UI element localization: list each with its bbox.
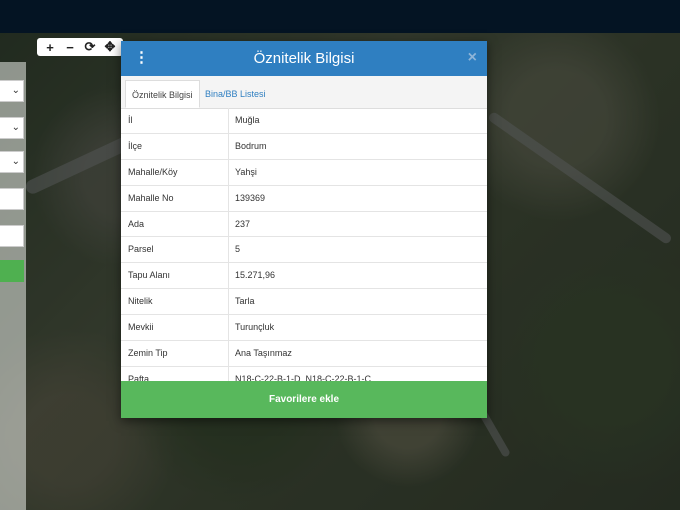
- row-key: İlçe: [128, 140, 143, 151]
- input-field-1[interactable]: [0, 188, 24, 210]
- row-key: Zemin Tip: [128, 348, 168, 359]
- table-row: İlçe Bodrum: [121, 133, 487, 160]
- tab-building-list[interactable]: Bina/BB Listesi: [199, 80, 272, 108]
- row-key: Tapu Alanı: [128, 270, 171, 281]
- modal-header: ⋮ Öznitelik Bilgisi ×: [121, 41, 487, 76]
- table-row: İl Muğla: [121, 108, 487, 134]
- map-controls: + − ⟳ ✥: [37, 38, 123, 56]
- modal-tabs: Öznitelik Bilgisi Bina/BB Listesi: [121, 76, 487, 109]
- row-value: Bodrum: [235, 140, 267, 151]
- table-row: Parsel 5: [121, 237, 487, 264]
- tab-attribute-info[interactable]: Öznitelik Bilgisi: [125, 80, 200, 108]
- dropdown-2[interactable]: ⌄: [0, 117, 24, 139]
- row-value: Tarla: [235, 296, 255, 307]
- row-key: Parsel: [128, 244, 154, 255]
- row-value: Yahşi: [235, 166, 257, 177]
- add-to-favorites-button[interactable]: Favorilere ekle: [121, 381, 487, 418]
- row-value: Ana Taşınmaz: [235, 348, 292, 359]
- row-key: Mahalle No: [128, 192, 174, 203]
- table-row: Nitelik Tarla: [121, 289, 487, 316]
- pan-icon[interactable]: ✥: [101, 39, 119, 55]
- table-row: Mevkii Turunçluk: [121, 315, 487, 342]
- query-button[interactable]: [0, 260, 24, 282]
- refresh-icon[interactable]: ⟳: [81, 39, 99, 55]
- dropdown-3[interactable]: ⌄: [0, 151, 24, 173]
- row-value: 139369: [235, 192, 266, 203]
- attribute-info-modal: ⋮ Öznitelik Bilgisi × Öznitelik Bilgisi …: [121, 41, 487, 418]
- dropdown-1[interactable]: ⌄: [0, 80, 24, 102]
- zoom-out-icon[interactable]: −: [61, 40, 79, 55]
- row-key: Ada: [128, 218, 145, 229]
- row-key: Mevkii: [128, 322, 154, 333]
- modal-title: Öznitelik Bilgisi: [253, 50, 355, 67]
- close-icon[interactable]: ×: [468, 49, 477, 67]
- row-value: 15.271,96: [235, 270, 276, 281]
- row-value: Muğla: [235, 115, 260, 125]
- attribute-table: İl Muğla İlçe Bodrum Mahalle/Köy Yahşi Maha…: [121, 108, 487, 392]
- row-key: İl: [128, 115, 133, 125]
- table-row: Tapu Alanı 15.271,96: [121, 263, 487, 290]
- top-bar: [0, 0, 680, 33]
- zoom-in-icon[interactable]: +: [41, 40, 59, 55]
- row-value: Turunçluk: [235, 322, 275, 333]
- table-row: Ada 237: [121, 211, 487, 238]
- row-value: 237: [235, 218, 251, 229]
- table-row: Zemin Tip Ana Taşınmaz: [121, 341, 487, 367]
- table-row: Mahalle/Köy Yahşi: [121, 159, 487, 186]
- row-key: Mahalle/Köy: [128, 166, 178, 177]
- row-key: Nitelik: [128, 296, 153, 307]
- row-value: 5: [235, 244, 241, 255]
- input-field-2[interactable]: [0, 225, 24, 247]
- table-row: Mahalle No 139369: [121, 185, 487, 212]
